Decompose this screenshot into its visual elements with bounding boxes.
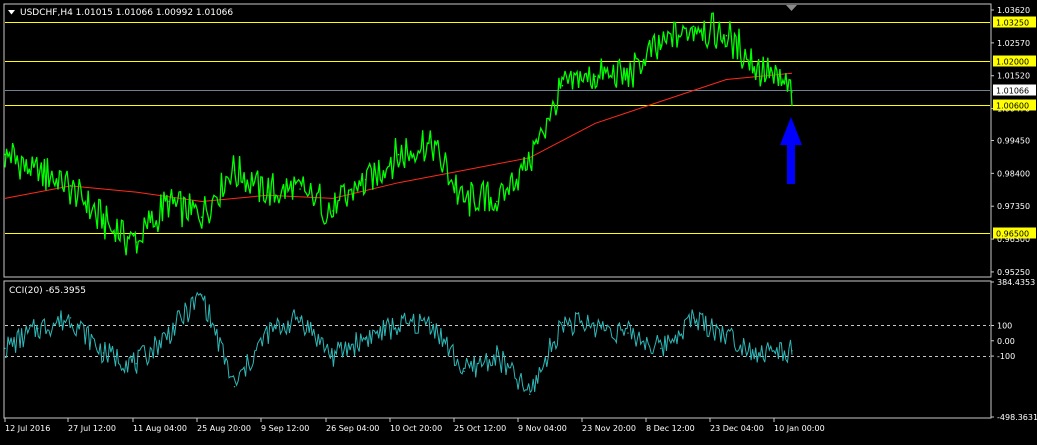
cci-point [102,352,105,354]
y-tick-label: 0.95250 [997,268,1030,277]
y-tick-label: 0.97350 [997,202,1030,211]
cci-point [496,355,498,357]
price-point [69,185,72,187]
cci-point [594,324,596,327]
cci-point [463,370,465,373]
y-tick-label: 0.98400 [997,169,1030,178]
price-point [102,222,105,225]
price-point [332,210,334,212]
cci-point [168,332,170,334]
cci-point [627,332,629,334]
price-point [758,66,760,68]
price-point [233,169,236,171]
price-point [594,75,597,78]
x-tick-label: 11 Aug 04:00 [133,424,187,433]
cci-point [135,363,137,365]
cci-point [365,337,367,339]
x-tick-label: 26 Sep 04:00 [326,424,379,433]
level-label: 1.03250 [996,19,1029,28]
x-tick-label: 8 Dec 12:00 [646,424,695,433]
level-label: 1.00600 [996,102,1029,111]
price-point [496,200,498,203]
price-point [168,200,170,203]
x-tick-label: 25 Aug 20:00 [197,424,251,433]
cci-point [69,317,72,319]
price-point [364,178,367,181]
y-tick-label: 1.03620 [997,6,1030,15]
x-tick-label: 25 Oct 12:00 [454,424,506,433]
cci-point [430,321,432,324]
cci-tick-label: 100 [997,321,1012,330]
cci-point [791,350,793,352]
price-point [299,188,301,190]
cci-point [758,352,760,354]
price-point [4,153,6,156]
cci-point [397,324,400,327]
cci-point [4,347,6,350]
price-point [725,34,728,37]
price-point [627,75,629,78]
x-tick-label: 10 Jan 00:00 [774,424,825,433]
y-tick-label: 1.01520 [997,72,1030,81]
y-tick-label: 0.99450 [997,137,1030,146]
x-tick-label: 23 Dec 04:00 [710,424,764,433]
price-point [692,25,695,28]
chart-svg: USDCHF,H4 1.01015 1.01066 1.00992 1.0106… [0,0,1037,441]
x-tick-label: 9 Sep 12:00 [261,424,309,433]
price-point [266,191,269,193]
chart-root: USDCHF,H4 1.01015 1.01066 1.00992 1.0106… [0,0,1037,441]
cci-tick-label: -498.3631 [997,413,1037,422]
cci-point [332,355,334,357]
cci-tick-label: -100 [997,352,1015,361]
x-tick-label: 10 Oct 20:00 [390,424,442,433]
cci-point [692,317,695,319]
price-point [463,200,465,203]
chart-header-title: USDCHF,H4 1.01015 1.01066 1.00992 1.0106… [20,8,233,18]
x-tick-label: 23 Nov 20:00 [582,424,636,433]
level-label: 0.96500 [996,230,1029,239]
cci-point [37,327,39,330]
x-tick-label: 12 Jul 2016 [5,424,50,433]
x-tick-label: 9 Nov 04:00 [518,424,567,433]
price-point [791,91,793,93]
cci-title: CCI(20) -65.3955 [9,286,86,296]
price-point [561,84,564,87]
cci-point [266,332,268,334]
price-point [430,141,433,143]
price-point [660,44,662,46]
price-point [528,160,531,162]
cci-tick-label: 0.00 [997,337,1015,346]
cci-point [299,317,301,319]
cci-point [201,294,203,296]
cci-point [233,386,236,388]
cci-point [529,393,531,395]
cci-point [660,347,662,350]
price-point [201,216,203,218]
price-point [397,153,400,156]
x-tick-label: 27 Jul 12:00 [68,424,116,433]
level-label: 1.02000 [996,58,1029,67]
cci-tick-label: 384.4353 [997,278,1035,287]
cci-point [561,321,564,324]
cci-point [725,334,728,336]
current-price-label: 1.01066 [996,87,1029,96]
price-point [135,241,137,243]
y-tick-label: 1.02570 [997,39,1030,48]
price-point [37,169,39,171]
